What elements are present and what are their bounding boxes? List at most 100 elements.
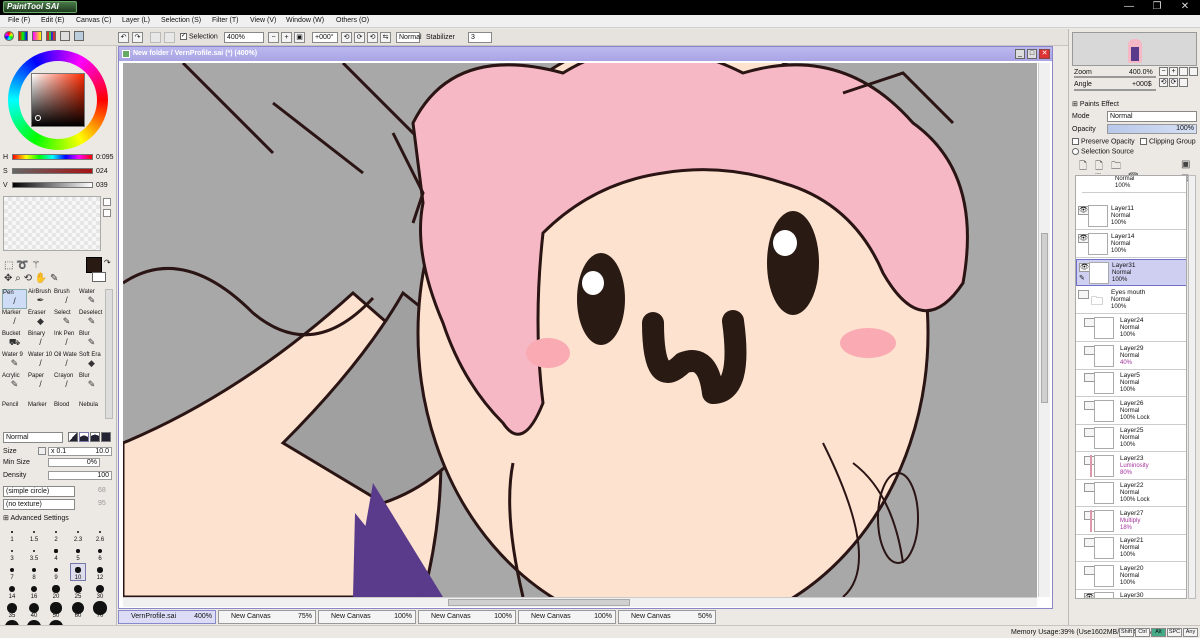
magic-wand-icon[interactable]: ⚚ — [31, 260, 40, 271]
brush-shape-4[interactable] — [101, 432, 111, 442]
brush-size-dot[interactable] — [76, 530, 80, 534]
tool-nebula[interactable]: Nebula — [79, 402, 104, 422]
layer-mode-select[interactable]: Normal — [1107, 111, 1197, 122]
layer-row-layer5[interactable]: Layer5 Normal 100% — [1076, 370, 1186, 397]
clipping-group-checkbox[interactable]: Clipping Group — [1140, 138, 1196, 145]
nav-rotate-left-icon[interactable]: ⟲ — [1159, 78, 1168, 87]
swatches-icon[interactable] — [46, 31, 56, 41]
brush-size-dot[interactable] — [7, 603, 17, 613]
brush-size-dot[interactable] — [30, 585, 38, 593]
tool-ink-pen[interactable]: Ink Pen / — [54, 331, 79, 351]
menu-file[interactable]: File (F) — [8, 17, 30, 24]
brush-size-dot[interactable] — [97, 567, 103, 573]
maximize-icon[interactable]: ❐ — [1144, 0, 1170, 15]
min-size-field[interactable]: 0% — [48, 458, 100, 467]
tab-new-canvas-5[interactable]: New Canvas 50% — [618, 610, 716, 624]
navigator-preview[interactable] — [1072, 32, 1197, 66]
layer-row[interactable]: Normal 100% — [1082, 176, 1186, 193]
tool-water-9[interactable]: Water 9 ✎ — [2, 352, 27, 372]
tool-blur[interactable]: Blur ✎ — [79, 331, 104, 351]
zoom-select[interactable]: 400% — [224, 32, 264, 43]
layer-row-layer30[interactable]: 👁Layer30Normal100% — [1076, 590, 1186, 598]
brush-size-dot[interactable] — [54, 549, 58, 553]
brush-size-dot[interactable] — [33, 531, 35, 533]
layer-row-layer23[interactable]: Layer23 Luminosity 80% — [1076, 452, 1186, 480]
canvas-maximize-icon[interactable]: □ — [1027, 49, 1037, 59]
drawing-canvas[interactable] — [123, 63, 1037, 597]
hand-icon[interactable]: ✋ — [35, 273, 47, 284]
layer-row-layer29[interactable]: Layer29 Normal 40% — [1076, 342, 1186, 370]
minimize-icon[interactable]: — — [1116, 0, 1142, 15]
primary-color-swatch[interactable] — [86, 257, 102, 273]
brush-shape-3[interactable] — [90, 432, 100, 442]
tool-paper[interactable]: Paper / — [28, 373, 53, 393]
density-field[interactable]: 100 — [48, 471, 112, 480]
brush-size-dot[interactable] — [53, 567, 59, 573]
layer-row-layer31[interactable]: 👁 ✎ Layer31 Normal 100% — [1076, 259, 1186, 286]
opacity-slider[interactable]: 100% — [1107, 124, 1197, 134]
canvas-vertical-scrollbar[interactable] — [1038, 63, 1050, 597]
tab-new-canvas-2[interactable]: New Canvas 100% — [318, 610, 416, 624]
menu-edit[interactable]: Edit (E) — [41, 17, 64, 24]
rotate-left-icon[interactable]: ⟲ — [341, 32, 352, 43]
tools-scrollbar[interactable] — [105, 289, 113, 419]
size-mult-dropdown[interactable] — [38, 447, 46, 455]
brush-size-dot[interactable] — [98, 549, 102, 553]
zoom-icon[interactable]: ⌕ — [15, 273, 21, 284]
swap-color-icon[interactable]: ↷ — [104, 258, 111, 267]
nav-actual-icon[interactable] — [1189, 67, 1198, 76]
selection-source-checkbox[interactable]: Selection Source — [1072, 148, 1134, 155]
invert-selection-icon[interactable] — [164, 32, 175, 43]
nav-zoom-in-icon[interactable]: + — [1169, 67, 1178, 76]
layer-list-scrollbar[interactable] — [1188, 175, 1196, 599]
rotation-select[interactable]: +000° — [312, 32, 338, 43]
flip-icon[interactable]: ⇆ — [380, 32, 391, 43]
texture-select[interactable]: (no texture) — [3, 499, 75, 510]
canvas-horizontal-scrollbar[interactable] — [123, 597, 1037, 607]
tool-eraser[interactable]: Eraser ◆ — [28, 310, 53, 330]
advanced-settings-toggle[interactable]: ⊞ Advanced Settings — [3, 514, 69, 522]
rect-select-icon[interactable]: ⬚ — [4, 260, 13, 271]
scratchpad-button-1[interactable] — [103, 198, 111, 206]
zoom-in-icon[interactable]: + — [281, 32, 292, 43]
nav-rotate-reset-icon[interactable] — [1179, 78, 1188, 87]
tool-select[interactable]: Select ✎ — [54, 310, 79, 330]
scratchpad-icon[interactable] — [60, 31, 70, 41]
brush-size-dot[interactable] — [28, 602, 40, 614]
brush-size-dot[interactable] — [9, 567, 15, 573]
zoom-out-icon[interactable]: − — [268, 32, 279, 43]
menu-filter[interactable]: Filter (T) — [212, 17, 238, 24]
nav-fit-icon[interactable] — [1179, 67, 1188, 76]
brush-mode-select[interactable]: Normal — [3, 432, 63, 443]
value-slider[interactable] — [12, 182, 93, 188]
brush-size-dot[interactable] — [98, 530, 102, 534]
tab-vernprofile[interactable]: VernProfile.sai 400% — [118, 610, 216, 624]
selection-checkbox[interactable]: ✓ — [180, 33, 187, 40]
brush-size-dot[interactable] — [52, 585, 60, 593]
tool-blood[interactable]: Blood — [54, 402, 79, 422]
layer-options-icon[interactable]: ▣ — [1181, 159, 1190, 170]
close-icon[interactable]: ✕ — [1172, 0, 1198, 15]
brush-shape-select[interactable]: (simple circle) — [3, 486, 75, 497]
tool-acrylic[interactable]: Acrylic ✎ — [2, 373, 27, 393]
layer-row-layer27[interactable]: Layer27 Multiply 18% — [1076, 507, 1186, 535]
horizontal-scroll-thumb[interactable] — [448, 599, 630, 606]
visibility-eye-icon[interactable] — [1078, 290, 1089, 299]
move-icon[interactable]: ✥ — [4, 273, 12, 284]
tab-new-canvas-3[interactable]: New Canvas 100% — [418, 610, 516, 624]
secondary-color-swatch[interactable] — [92, 272, 106, 282]
brush-size-dot[interactable] — [50, 602, 62, 614]
tool-binary[interactable]: Binary / — [28, 331, 53, 351]
brush-size-dot[interactable] — [32, 549, 36, 553]
angle-slider[interactable] — [1074, 89, 1156, 91]
brush-shape-1[interactable] — [68, 432, 78, 442]
hsv-slider-icon[interactable] — [32, 31, 42, 41]
tool-water-10[interactable]: Water 10/ — [28, 352, 53, 372]
preserve-opacity-checkbox[interactable]: Preserve Opacity — [1072, 138, 1135, 145]
brush-size-dot[interactable] — [9, 586, 15, 592]
zoom-slider[interactable] — [1074, 76, 1156, 78]
lasso-icon[interactable]: ➰ — [16, 260, 28, 271]
brush-size-dot[interactable] — [76, 549, 80, 553]
tool-pencil[interactable]: Pencil — [2, 402, 27, 422]
tool-bucket[interactable]: Bucket ⛟ — [2, 331, 27, 351]
